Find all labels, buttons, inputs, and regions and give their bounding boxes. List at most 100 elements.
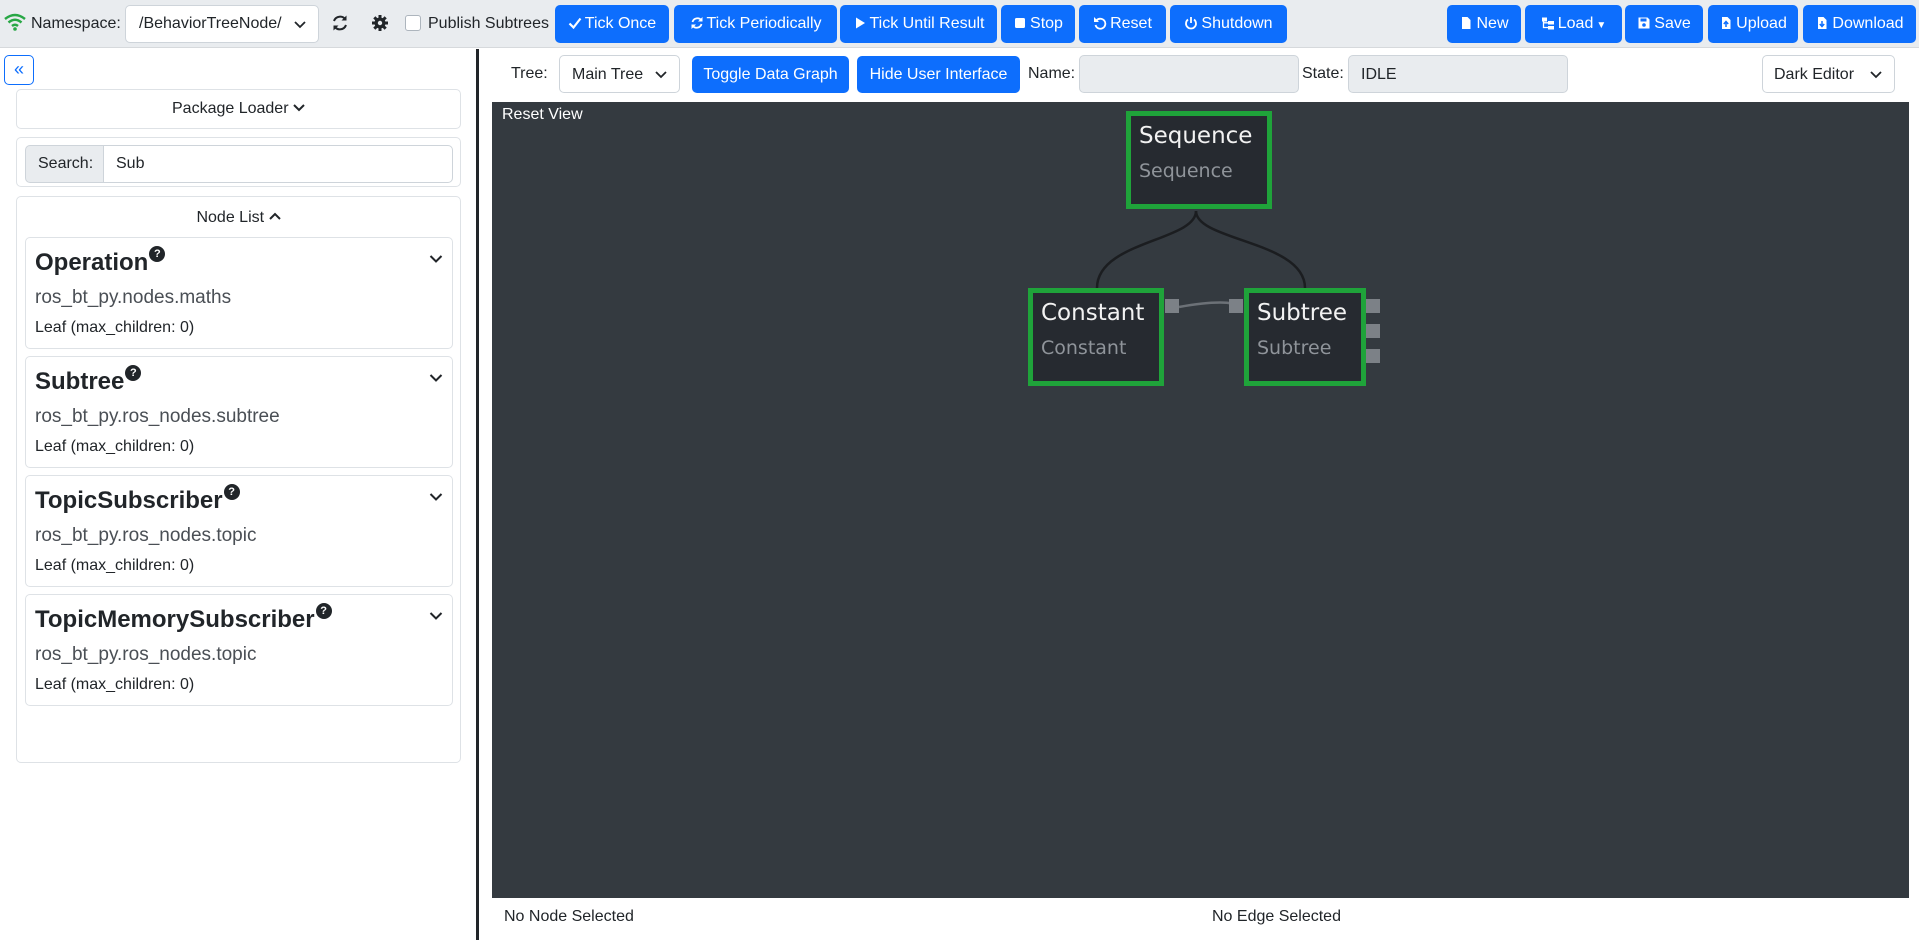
name-label: Name: (1028, 65, 1076, 82)
tree-node-subtree[interactable]: Subtree Subtree (1244, 288, 1366, 386)
editor-theme-select[interactable]: Dark Editor (1762, 55, 1895, 93)
stop-icon (1015, 18, 1026, 28)
node-module: ros_bt_py.nodes.maths (35, 287, 232, 308)
tree-editor-canvas[interactable]: Reset View Sequence Sequence Constant Co… (492, 102, 1909, 898)
folder-tree-icon (1541, 17, 1554, 30)
double-chevron-left-icon: « (13, 59, 24, 79)
node-name: Operation (35, 249, 149, 276)
toggle-data-graph-button[interactable]: Toggle Data Graph (692, 56, 849, 93)
node-type: Subtree (1257, 337, 1332, 359)
publish-subtrees-checkbox[interactable] (405, 15, 421, 31)
new-button[interactable]: New (1447, 5, 1521, 43)
node-list-card: Node List Operation? ros_bt_py.nodes.mat… (16, 196, 461, 763)
output-port[interactable] (1366, 349, 1380, 363)
output-port[interactable] (1366, 324, 1380, 338)
state-label: State: (1302, 65, 1344, 82)
tree-node-sequence[interactable]: Sequence Sequence (1126, 111, 1272, 209)
search-input[interactable]: Sub (103, 145, 453, 183)
tree-select-value: Main Tree (572, 66, 644, 83)
state-field: IDLE (1348, 55, 1568, 93)
stop-button[interactable]: Stop (1001, 5, 1075, 43)
top-toolbar: Namespace: /BehaviorTreeNode/ Publish Su… (0, 0, 1919, 48)
refresh-icon[interactable] (330, 13, 350, 33)
hide-user-interface-button[interactable]: Hide User Interface (857, 56, 1020, 93)
publish-subtrees-label: Publish Subtrees (428, 15, 549, 32)
node-leaf-info: Leaf (max_children: 0) (35, 557, 195, 574)
help-icon[interactable]: ? (315, 603, 332, 619)
tree-label: Tree: (511, 65, 548, 82)
chevron-down-icon (294, 21, 306, 29)
help-icon[interactable]: ? (149, 246, 166, 262)
package-loader-label: Package Loader (172, 100, 289, 117)
download-button[interactable]: Download (1803, 5, 1916, 43)
node-module: ros_bt_py.ros_nodes.topic (35, 644, 257, 665)
node-module: ros_bt_py.ros_nodes.topic (35, 525, 257, 546)
collapse-panel-button[interactable]: « (4, 55, 34, 85)
node-leaf-info: Leaf (max_children: 0) (35, 676, 195, 693)
search-label: Search: (25, 145, 104, 183)
input-port[interactable] (1229, 299, 1243, 313)
name-field (1079, 55, 1299, 93)
node-name: Subtree (35, 368, 125, 395)
node-leaf-info: Leaf (max_children: 0) (35, 438, 195, 455)
caret-down-icon: ▼ (1596, 20, 1607, 31)
output-port[interactable] (1165, 299, 1179, 313)
edge-sequence-constant (1095, 210, 1198, 289)
reset-button[interactable]: Reset (1079, 5, 1166, 43)
node-list-item[interactable]: Subtree? ros_bt_py.ros_nodes.subtree Lea… (25, 356, 453, 468)
left-panel: « Package Loader Search: Sub Node List O… (0, 49, 476, 940)
tree-edges (1095, 210, 1307, 309)
node-list-label: Node List (196, 209, 265, 226)
editor-theme-value: Dark Editor (1774, 66, 1855, 83)
chevron-down-icon[interactable] (429, 611, 443, 621)
file-icon (1462, 17, 1471, 29)
chevron-down-icon[interactable] (429, 492, 443, 502)
play-icon (855, 17, 865, 29)
node-title: Sequence (1139, 123, 1253, 149)
wifi-icon (4, 13, 26, 31)
edge-sequence-subtree (1194, 210, 1307, 289)
edge-selection-status: No Edge Selected (1212, 908, 1341, 925)
file-download-icon (1818, 17, 1827, 29)
save-button[interactable]: Save (1625, 5, 1703, 43)
tick-until-result-button[interactable]: Tick Until Result (840, 5, 997, 43)
node-title: Subtree (1257, 300, 1348, 326)
undo-icon (1094, 17, 1107, 30)
node-selection-status: No Node Selected (504, 908, 634, 925)
node-list-item[interactable]: Operation? ros_bt_py.nodes.maths Leaf (m… (25, 237, 453, 349)
chevron-down-icon (655, 71, 667, 79)
chevron-down-icon (293, 104, 305, 112)
sync-icon (691, 17, 702, 29)
node-module: ros_bt_py.ros_nodes.subtree (35, 406, 280, 427)
chevron-down-icon[interactable] (429, 254, 443, 264)
node-list-item[interactable]: TopicSubscriber? ros_bt_py.ros_nodes.top… (25, 475, 453, 587)
save-icon (1638, 17, 1650, 29)
tick-periodically-button[interactable]: Tick Periodically (674, 5, 837, 43)
node-name: TopicSubscriber (35, 487, 223, 514)
output-port[interactable] (1366, 299, 1380, 313)
namespace-select[interactable]: /BehaviorTreeNode/ (125, 5, 319, 43)
namespace-value: /BehaviorTreeNode/ (139, 15, 282, 32)
tick-once-button[interactable]: Tick Once (555, 5, 669, 43)
node-leaf-info: Leaf (max_children: 0) (35, 319, 195, 336)
chevron-down-icon[interactable] (429, 373, 443, 383)
help-icon[interactable]: ? (223, 484, 240, 500)
help-icon[interactable]: ? (125, 365, 142, 381)
tree-node-constant[interactable]: Constant Constant (1028, 288, 1164, 386)
editor-toolbar: Tree: Main Tree Toggle Data Graph Hide U… (480, 49, 1919, 101)
chevron-up-icon (268, 212, 281, 220)
tree-select[interactable]: Main Tree (559, 55, 680, 93)
node-list-item[interactable]: TopicMemorySubscriber? ros_bt_py.ros_nod… (25, 594, 453, 706)
node-list-toggle[interactable]: Node List (17, 209, 460, 227)
file-upload-icon (1722, 17, 1731, 29)
data-edge-constant-subtree (1178, 301, 1237, 309)
load-dropdown-button[interactable]: Load ▼ (1525, 5, 1622, 43)
shutdown-button[interactable]: Shutdown (1170, 5, 1287, 43)
gear-icon[interactable] (370, 13, 390, 33)
search-card: Search: Sub (16, 137, 461, 187)
panel-resize-handle[interactable] (476, 49, 479, 940)
upload-button[interactable]: Upload (1708, 5, 1798, 43)
package-loader-toggle[interactable]: Package Loader (16, 89, 461, 129)
namespace-label: Namespace: (31, 15, 121, 32)
chevron-down-icon (1870, 71, 1882, 79)
